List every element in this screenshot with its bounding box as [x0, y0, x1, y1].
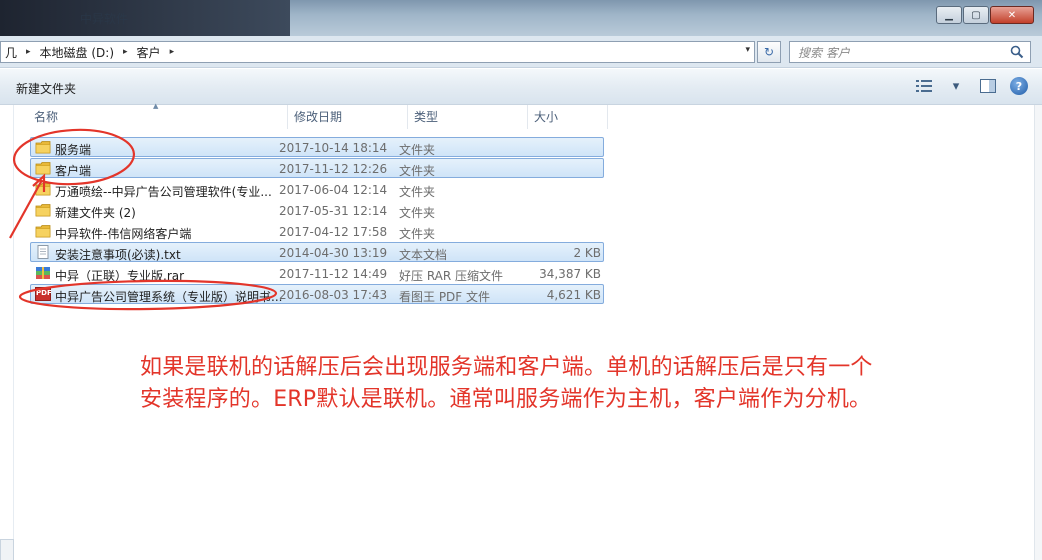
search-placeholder: 搜索 客户 [798, 45, 850, 60]
file-modified-date: 2017-04-12 17:58 [279, 225, 388, 239]
folder-icon [35, 182, 51, 196]
toolbar-right-group: ▾ ? [914, 77, 1028, 95]
nav-pane-item[interactable] [0, 539, 14, 560]
column-header: 名称 ▲ 修改日期 类型 大小 [14, 102, 1042, 129]
file-modified-date: 2017-11-12 14:49 [279, 267, 388, 281]
address-history-dropdown-icon[interactable]: ▾ [745, 45, 750, 55]
maximize-button[interactable]: ▢ [963, 6, 989, 24]
folder-icon [35, 203, 51, 217]
command-toolbar: 新建文件夹 ▾ ? [0, 69, 1042, 105]
file-modified-date: 2017-06-04 12:14 [279, 183, 388, 197]
search-icon[interactable] [1010, 45, 1024, 62]
file-row[interactable]: 服务端 2017-10-14 18:14 文件夹 [30, 137, 604, 157]
file-name: 服务端 [55, 143, 92, 157]
file-size: 2 KB [573, 246, 601, 260]
file-size: 4,621 KB [546, 288, 601, 302]
file-type: 文件夹 [399, 143, 436, 157]
file-type: 文件夹 [399, 164, 436, 178]
file-name: 安装注意事项(必读).txt [55, 248, 181, 262]
file-row[interactable]: 中异（正联）专业版.rar 2017-11-12 14:49 好压 RAR 压缩文件… [30, 263, 604, 283]
file-modified-date: 2017-11-12 12:26 [279, 162, 388, 176]
breadcrumb-folder-customer[interactable]: 客户 [133, 44, 165, 61]
pdf-file-icon: PDF [35, 287, 52, 301]
file-type: 文件夹 [399, 185, 436, 199]
file-name: 中异（正联）专业版.rar [55, 269, 185, 283]
sort-ascending-icon: ▲ [153, 102, 159, 110]
rar-archive-icon [35, 266, 51, 280]
column-size-header[interactable]: 大小 [528, 105, 608, 129]
breadcrumb-separator-icon[interactable]: ▸ [118, 47, 133, 57]
file-name: 中异广告公司管理系统（专业版）说明书... [55, 290, 283, 304]
file-type: 文件夹 [399, 206, 436, 220]
search-input[interactable]: 搜索 客户 [789, 41, 1031, 63]
refresh-button[interactable]: ↻ [757, 41, 781, 63]
refresh-icon: ↻ [763, 45, 775, 59]
preview-pane-icon[interactable] [978, 77, 998, 95]
file-type: 看图王 PDF 文件 [399, 290, 491, 304]
close-button[interactable]: ✕ [990, 6, 1034, 24]
file-type: 文件夹 [399, 227, 436, 241]
window-title: 中异软件 [80, 12, 129, 26]
file-modified-date: 2017-10-14 18:14 [279, 141, 388, 155]
file-type: 文本文档 [399, 248, 448, 262]
column-date-header[interactable]: 修改日期 [288, 105, 408, 129]
breadcrumb-drive-d[interactable]: 本地磁盘 (D:) [36, 44, 118, 61]
view-options-dropdown-icon[interactable]: ▾ [946, 77, 966, 95]
breadcrumb-computer[interactable]: 几 [1, 44, 21, 61]
scrollbar-track[interactable] [1034, 105, 1042, 560]
address-row: 几 ▸ 本地磁盘 (D:) ▸ 客户 ▸ ▾ ↻ 搜索 客户 [0, 36, 1042, 68]
help-icon[interactable]: ? [1010, 77, 1028, 95]
file-modified-date: 2016-08-03 17:43 [279, 288, 388, 302]
folder-icon [35, 224, 51, 238]
file-modified-date: 2014-04-30 13:19 [279, 246, 388, 260]
file-row[interactable]: PDF 中异广告公司管理系统（专业版）说明书... 2016-08-03 17:43… [30, 284, 604, 304]
column-type-header[interactable]: 类型 [408, 105, 528, 129]
folder-icon [35, 140, 51, 154]
file-name: 客户端 [55, 164, 92, 178]
view-list-icon[interactable] [914, 77, 934, 95]
breadcrumb-separator-icon[interactable]: ▸ [21, 47, 36, 57]
annotation-line-2: 安装程序的。ERP默认是联机。通常叫服务端作为主机，客户端作为分机。 [140, 387, 872, 412]
navigation-pane[interactable] [0, 105, 14, 560]
file-row[interactable]: 客户端 2017-11-12 12:26 文件夹 [30, 158, 604, 178]
annotation-line-1: 如果是联机的话解压后会出现服务端和客户端。单机的话解压后是只有一个 [140, 355, 873, 380]
new-folder-button[interactable]: 新建文件夹 [16, 80, 76, 97]
file-modified-date: 2017-05-31 12:14 [279, 204, 388, 218]
file-row[interactable]: 新建文件夹 (2) 2017-05-31 12:14 文件夹 [30, 200, 604, 220]
address-bar[interactable]: 几 ▸ 本地磁盘 (D:) ▸ 客户 ▸ ▾ [0, 41, 755, 63]
annotation-caption: 如果是联机的话解压后会出现服务端和客户端。单机的话解压后是只有一个 安装程序的。… [140, 352, 1040, 416]
file-type: 好压 RAR 压缩文件 [399, 269, 504, 283]
file-name: 新建文件夹 (2) [55, 206, 136, 220]
file-row[interactable]: 万通喷绘--中异广告公司管理软件(专业... 2017-06-04 12:14 文件… [30, 179, 604, 199]
breadcrumb-separator-icon[interactable]: ▸ [165, 47, 180, 57]
window-controls: ▁ ▢ ✕ [936, 6, 1034, 24]
title-bar: 中异软件 ▁ ▢ ✕ [0, 0, 1042, 36]
file-row[interactable]: 中异软件-伟信网络客户端 2017-04-12 17:58 文件夹 [30, 221, 604, 241]
text-file-icon [35, 245, 51, 259]
pdf-badge: PDF [36, 289, 52, 297]
file-name: 万通喷绘--中异广告公司管理软件(专业... [55, 185, 272, 199]
file-size: 34,387 KB [539, 267, 601, 281]
minimize-button[interactable]: ▁ [936, 6, 962, 24]
file-name: 中异软件-伟信网络客户端 [55, 227, 192, 241]
file-row[interactable]: 安装注意事项(必读).txt 2014-04-30 13:19 文本文档 2 KB [30, 242, 604, 262]
folder-icon [35, 161, 51, 175]
title-bar-dark-region [0, 0, 290, 36]
